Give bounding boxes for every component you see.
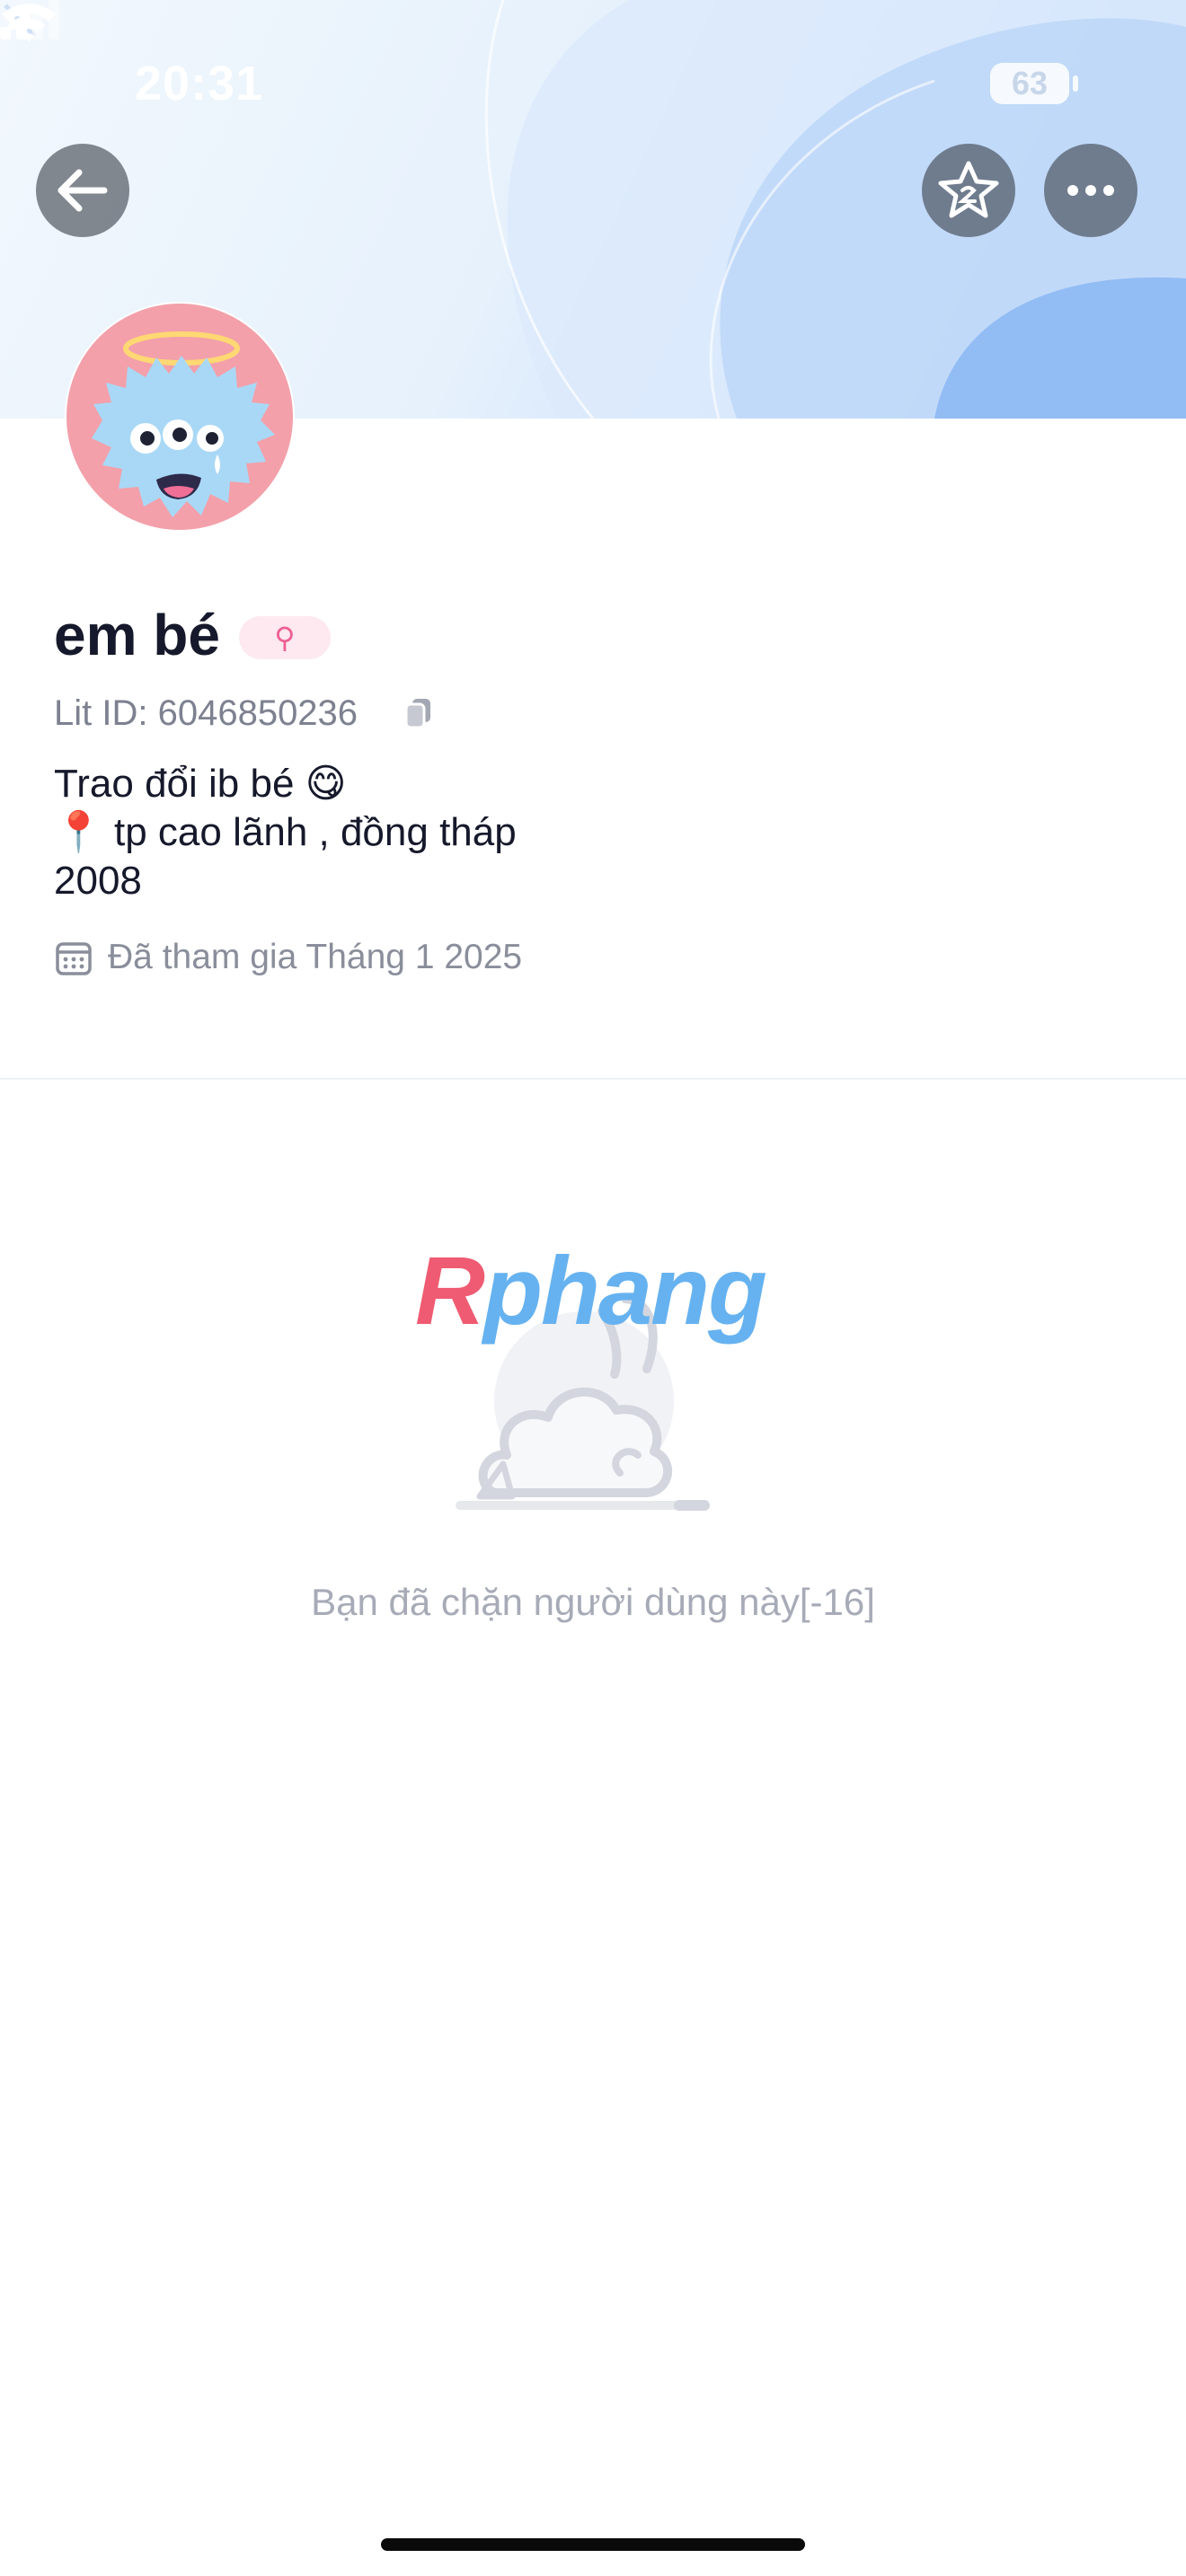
fluffy-monster-avatar-image [92,331,275,517]
profile-bio: Trao đổi ib bé 😋 📍 tp cao lãnh , đồng th… [54,760,517,905]
battery-tip [1073,75,1078,92]
section-divider [0,1078,1186,1080]
status-time: 20:31 [135,57,264,110]
watermark-rest: phang [483,1236,767,1345]
female-gender-icon: ⚲ [274,622,296,654]
lit-id: Lit ID: 6046850236 [54,693,358,733]
profile-name: em bé [54,603,220,667]
battery-indicator: 63 [990,63,1069,104]
gender-badge: ⚲ [239,616,331,659]
calendar-icon [56,942,92,975]
more-dots-icon [1067,185,1114,196]
watermark-first-letter: R [415,1236,485,1345]
bio-line: Trao đổi ib bé 😋 [54,762,347,806]
watermark-logo: Rphang [415,1234,767,1346]
copy-icon[interactable] [403,695,435,731]
battery-level: 63 [1011,65,1049,101]
bio-line: 📍 tp cao lãnh , đồng tháp [54,810,517,854]
back-button[interactable] [36,144,129,237]
wifi-icon [2,4,56,42]
arrow-left-icon [58,169,108,212]
favorite-button[interactable] [922,144,1015,237]
star-icon [938,161,999,218]
bio-line: 2008 [54,859,142,903]
avatar[interactable] [65,302,295,532]
home-indicator[interactable] [381,2538,805,2551]
join-date: Đã tham gia Tháng 1 2025 [108,938,523,976]
more-options-button[interactable] [1044,144,1137,237]
blocked-user-message: Bạn đã chặn người dùng này[-16] [311,1581,875,1623]
profile-screen: 20:31 63 em bé ⚲ Lit ID: 6046850236 Trao… [0,0,1186,2576]
